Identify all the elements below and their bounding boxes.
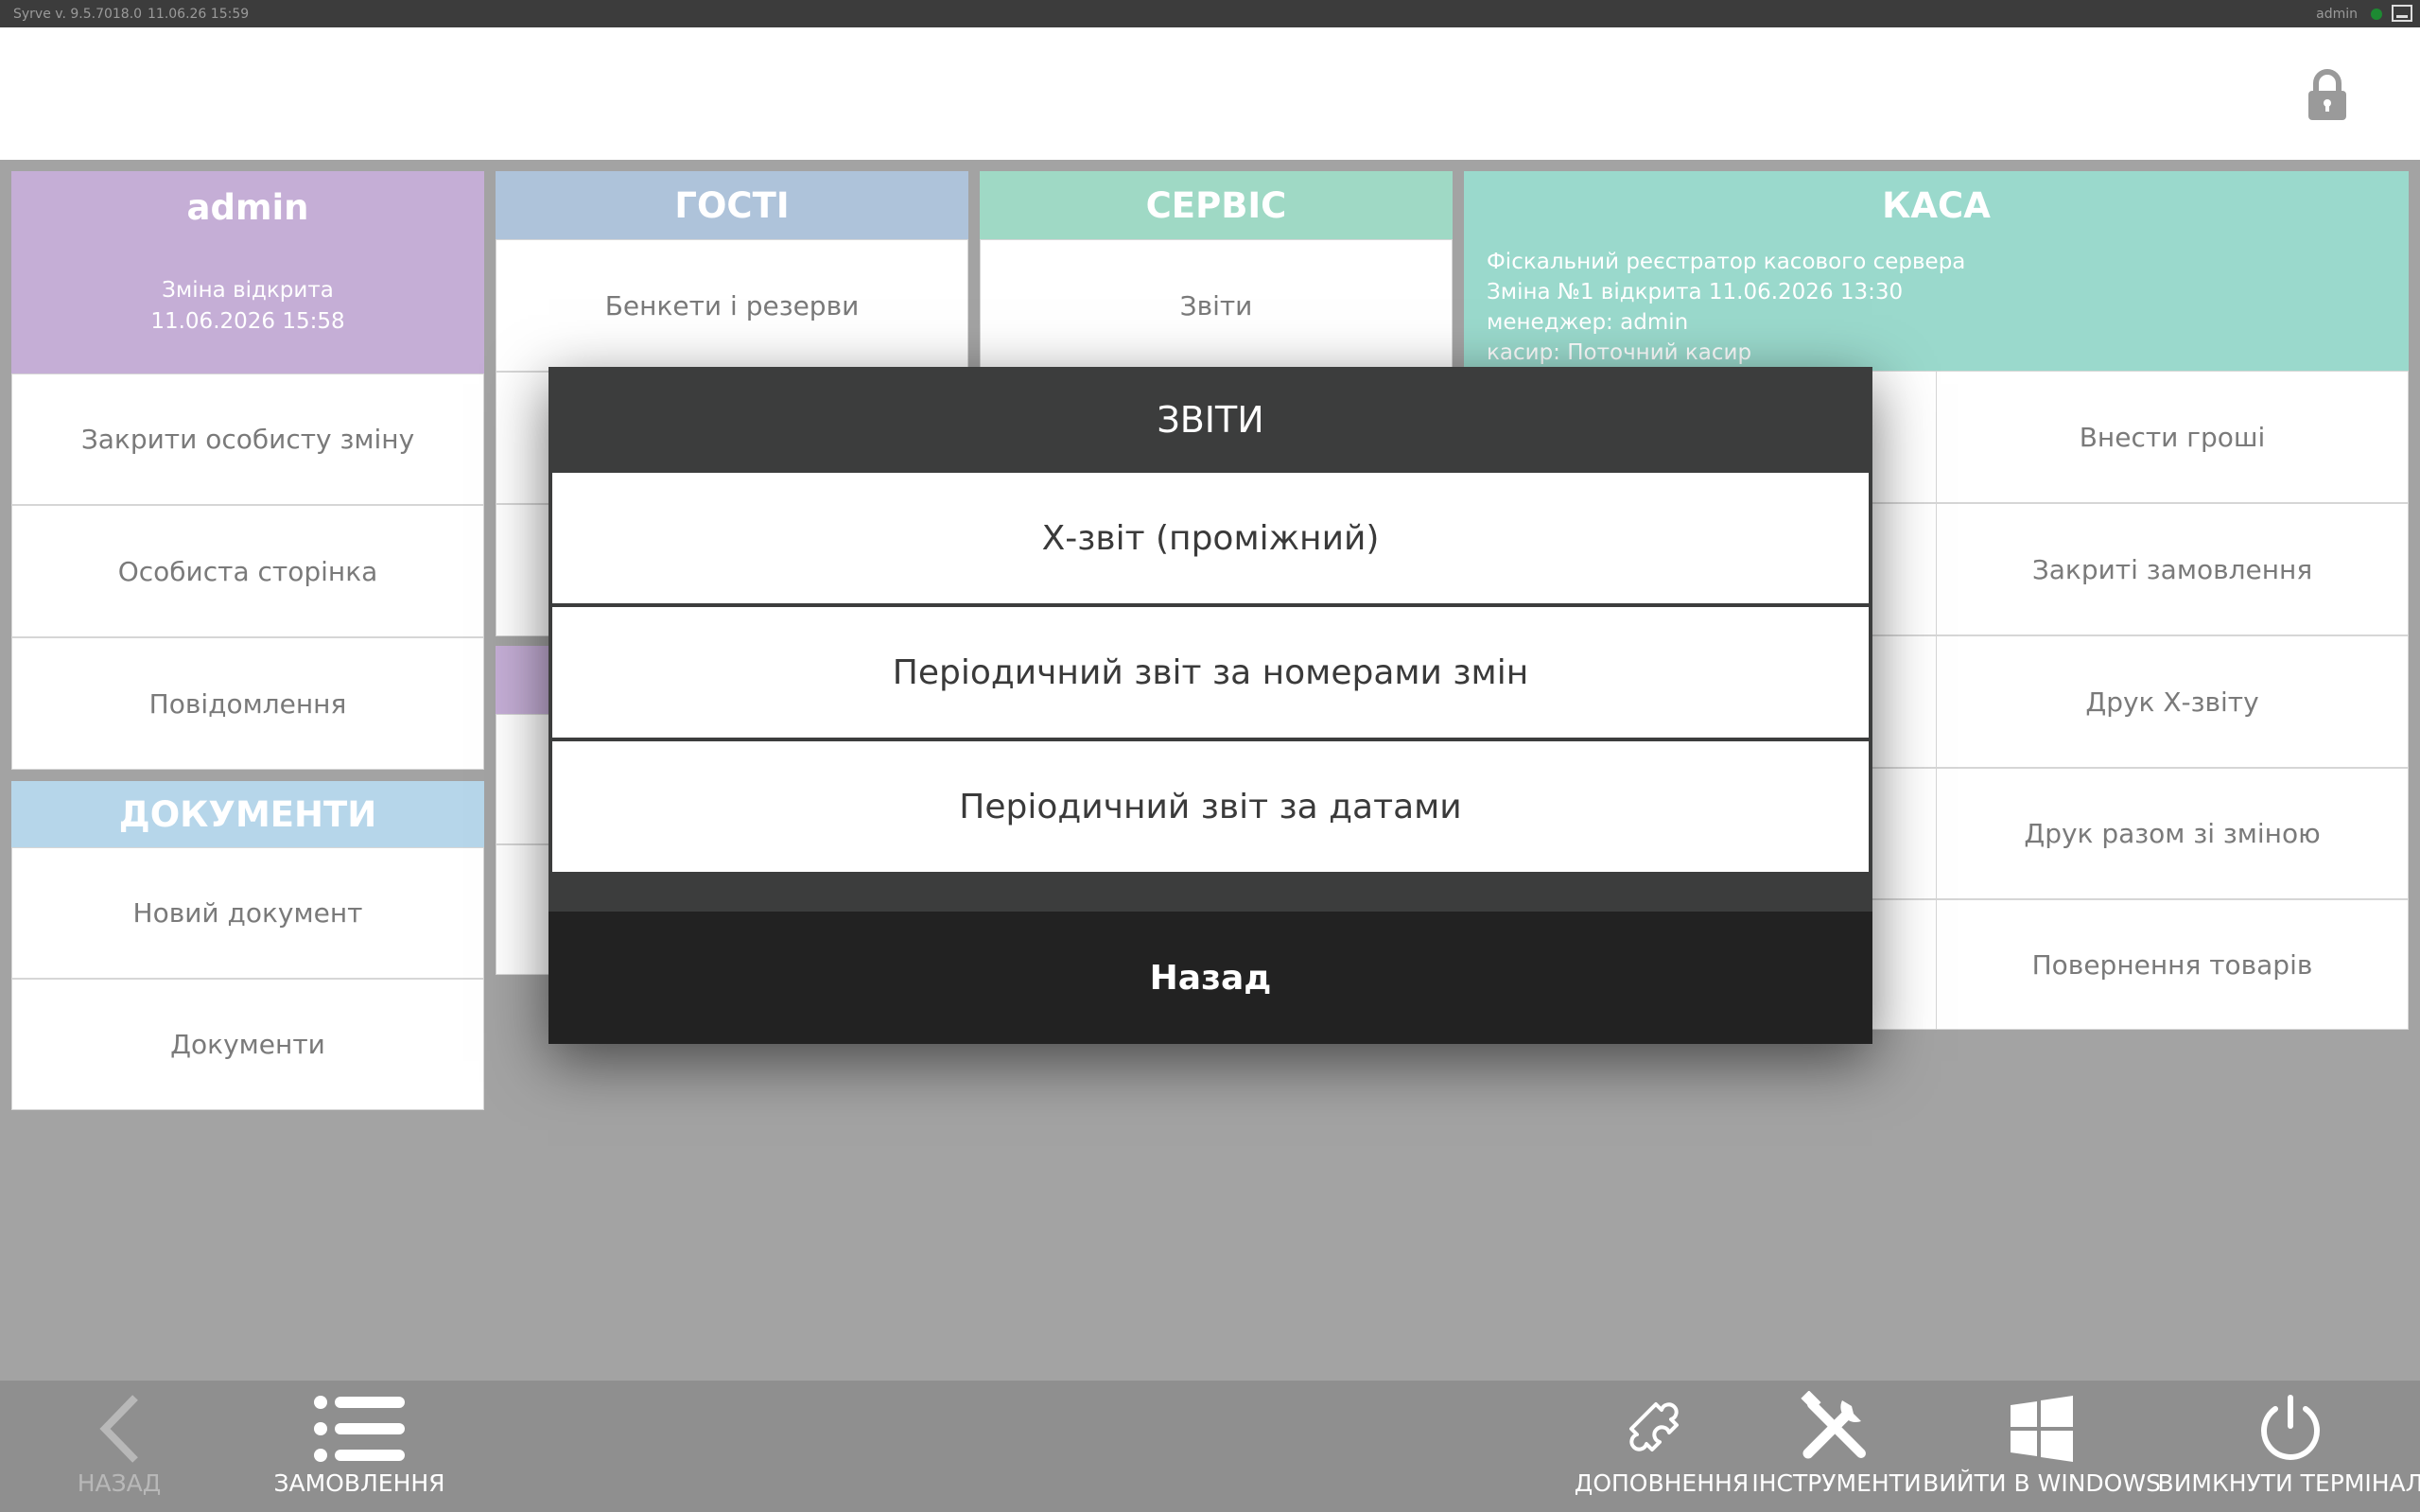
reports-button[interactable]: Звіти <box>980 239 1453 372</box>
service-title: СЕРВІС <box>980 171 1453 239</box>
kasa-info-line: касир: Поточний касир <box>1487 340 1752 365</box>
tools-icon <box>1801 1391 1866 1459</box>
shutdown-terminal-label: ВИМКНУТИ ТЕРМІНАЛ <box>2157 1469 2420 1497</box>
documents-button[interactable]: Документи <box>11 979 484 1110</box>
kasa-info-line: Зміна №1 відкрита 11.06.2026 13:30 <box>1487 280 1904 304</box>
chevron-left-icon <box>99 1395 138 1463</box>
datetime-label: 11.06.26 15:59 <box>148 7 250 22</box>
tools-button[interactable]: ІНСТРУМЕНТИ <box>1751 1381 1922 1512</box>
back-label: НАЗАД <box>77 1469 162 1497</box>
banquets-reservations-button[interactable]: Бенкети і резерви <box>496 239 968 372</box>
shift-opened-date: 11.06.2026 15:58 <box>150 309 345 334</box>
back-button[interactable]: НАЗАД <box>62 1381 176 1512</box>
lock-icon[interactable] <box>2307 69 2348 120</box>
kasa-title: КАСА <box>1882 184 1991 226</box>
user-panel: admin Зміна відкрита 11.06.2026 15:58 За… <box>11 171 484 770</box>
shift-status: Зміна відкрита <box>162 278 334 303</box>
kasa-info: Фіскальний реєстратор касового сервера З… <box>1487 247 1965 368</box>
shutdown-terminal-button[interactable]: ВИМКНУТИ ТЕРМІНАЛ <box>2158 1381 2420 1512</box>
orders-label: ЗАМОВЛЕННЯ <box>273 1469 445 1497</box>
status-bar: Syrve v. 9.5.7018.0 11.06.26 15:59 admin <box>0 0 2420 27</box>
user-name: admin <box>186 186 309 228</box>
status-user-label: admin <box>2316 7 2358 22</box>
version-label: Syrve v. 9.5.7018.0 <box>13 7 143 22</box>
dialog-back-button[interactable]: Назад <box>548 912 1872 1044</box>
tools-label: ІНСТРУМЕНТИ <box>1751 1469 1922 1497</box>
addons-label: ДОПОВНЕННЯ <box>1574 1469 1750 1497</box>
new-document-button[interactable]: Новий документ <box>11 847 484 979</box>
kasa-info-line: менеджер: admin <box>1487 310 1689 335</box>
kasa-info-line: Фіскальний реєстратор касового сервера <box>1487 250 1966 274</box>
deposit-money-button[interactable]: Внести гроші <box>1936 371 2409 503</box>
user-panel-header: admin Зміна відкрита 11.06.2026 15:58 <box>11 171 484 374</box>
dialog-title: ЗВІТИ <box>1157 399 1264 441</box>
bottom-toolbar: НАЗАД ЗАМОВЛЕННЯ ДОПОВНЕННЯ ІНСТРУМЕНТИ … <box>0 1381 2420 1512</box>
windows-icon <box>2011 1396 2073 1462</box>
guests-title: ГОСТІ <box>496 171 968 239</box>
list-icon <box>314 1396 405 1462</box>
exit-to-windows-button[interactable]: ВИЙТИ В WINDOWS <box>1923 1381 2161 1512</box>
documents-title: ДОКУМЕНТИ <box>11 781 484 847</box>
power-icon <box>2261 1395 2320 1460</box>
addons-button[interactable]: ДОПОВНЕННЯ <box>1575 1381 1749 1512</box>
documents-panel: ДОКУМЕНТИ Новий документ Документи <box>11 781 484 1110</box>
messages-button[interactable]: Повідомлення <box>11 637 484 770</box>
print-x-report-button[interactable]: Друк Х-звіту <box>1936 635 2409 768</box>
personal-page-button[interactable]: Особиста сторінка <box>11 505 484 637</box>
connection-status-icon <box>2371 9 2382 20</box>
goods-return-button[interactable]: Повернення товарів <box>1936 899 2409 1030</box>
orders-button[interactable]: ЗАМОВЛЕННЯ <box>273 1381 445 1512</box>
header <box>0 27 2420 160</box>
exit-to-windows-label: ВИЙТИ В WINDOWS <box>1923 1469 2161 1497</box>
kasa-header: КАСА Фіскальний реєстратор касового серв… <box>1464 171 2409 371</box>
minimize-window-icon[interactable] <box>2392 5 2412 22</box>
x-report-button[interactable]: Х-звіт (проміжний) <box>552 473 1869 603</box>
print-with-shift-button[interactable]: Друк разом зі зміною <box>1936 768 2409 899</box>
periodic-report-by-shift-button[interactable]: Періодичний звіт за номерами змін <box>552 607 1869 738</box>
periodic-report-by-dates-button[interactable]: Періодичний звіт за датами <box>552 741 1869 872</box>
puzzle-icon <box>1629 1402 1679 1451</box>
close-personal-shift-button[interactable]: Закрити особисту зміну <box>11 374 484 505</box>
closed-orders-button[interactable]: Закриті замовлення <box>1936 503 2409 635</box>
reports-dialog: ЗВІТИ Х-звіт (проміжний) Періодичний зві… <box>548 367 1872 1044</box>
